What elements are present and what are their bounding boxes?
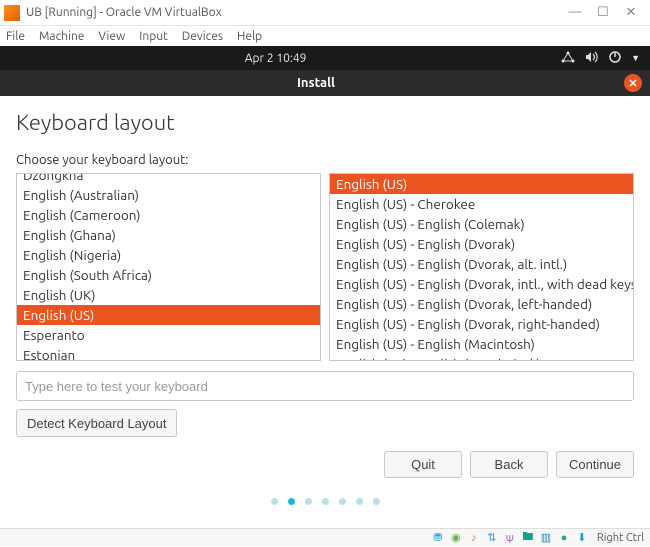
install-window-title: Install — [8, 76, 624, 90]
network-status-icon[interactable]: ⇅ — [485, 531, 499, 545]
layout-prompt: Choose your keyboard layout: — [16, 153, 634, 167]
list-item[interactable]: English (US) - English (Dvorak) — [330, 234, 633, 254]
list-item[interactable]: English (US) - English (Colemak) — [330, 214, 633, 234]
progress-dot — [322, 498, 329, 505]
menu-help[interactable]: Help — [237, 30, 262, 43]
progress-dots — [16, 498, 634, 505]
topbar-datetime[interactable]: Apr 2 10:49 — [0, 52, 551, 65]
shared-folder-icon[interactable]: 🖿 — [521, 531, 535, 545]
keyboard-test-input[interactable] — [16, 371, 634, 401]
progress-dot — [288, 498, 295, 505]
menu-file[interactable]: File — [6, 30, 25, 43]
list-item[interactable]: Estonian — [17, 345, 320, 361]
progress-dot — [373, 498, 380, 505]
progress-dot — [271, 498, 278, 505]
close-window-button[interactable]: ✕ — [624, 6, 638, 20]
usb-icon[interactable]: ψ — [503, 531, 517, 545]
back-button[interactable]: Back — [470, 451, 548, 478]
recording-icon[interactable]: ● — [557, 531, 571, 545]
minimize-button[interactable]: — — [568, 6, 582, 20]
hdd-icon[interactable]: ⛃ — [431, 531, 445, 545]
close-icon[interactable]: ✕ — [624, 74, 642, 92]
ubuntu-topbar: Apr 2 10:49 ▼ — [0, 46, 650, 70]
menu-view[interactable]: View — [98, 30, 125, 43]
progress-dot — [305, 498, 312, 505]
list-item[interactable]: English (Australian) — [17, 185, 320, 205]
menu-devices[interactable]: Devices — [182, 30, 223, 43]
virtualbox-statusbar: ⛃ ◉ ♪ ⇅ ψ 🖿 ▥ ● ⬇ Right Ctrl — [0, 528, 650, 546]
list-item[interactable]: English (US) — [17, 305, 320, 325]
list-item[interactable]: Dzongkha — [17, 173, 320, 185]
list-item[interactable]: English (US) - English (Dvorak, right-ha… — [330, 314, 633, 334]
list-item[interactable]: English (Ghana) — [17, 225, 320, 245]
list-item[interactable]: English (US) - English (Macintosh) — [330, 334, 633, 354]
language-list[interactable]: DzongkhaEnglish (Australian)English (Cam… — [16, 173, 321, 361]
list-item[interactable]: English (South Africa) — [17, 265, 320, 285]
virtualbox-icon — [4, 5, 20, 21]
volume-icon[interactable] — [585, 51, 599, 66]
list-item[interactable]: English (Nigeria) — [17, 245, 320, 265]
virtualbox-menubar: File Machine View Input Devices Help — [0, 26, 650, 46]
list-item[interactable]: Esperanto — [17, 325, 320, 345]
install-header: Install ✕ — [0, 70, 650, 96]
quit-button[interactable]: Quit — [384, 451, 462, 478]
list-item[interactable]: English (US) - Cherokee — [330, 194, 633, 214]
list-item[interactable]: English (US) - English (Dvorak, intl., w… — [330, 274, 633, 294]
network-icon[interactable] — [561, 51, 575, 66]
list-item[interactable]: English (US) - English (US, alt. intl.) — [330, 354, 633, 361]
page-title: Keyboard layout — [16, 110, 634, 135]
list-item[interactable]: English (US) — [330, 174, 633, 194]
progress-dot — [356, 498, 363, 505]
audio-icon[interactable]: ♪ — [467, 531, 481, 545]
display-icon[interactable]: ▥ — [539, 531, 553, 545]
menu-machine[interactable]: Machine — [39, 30, 84, 43]
list-item[interactable]: English (US) - English (Dvorak, alt. int… — [330, 254, 633, 274]
host-key-indicator: Right Ctrl — [597, 532, 644, 544]
list-item[interactable]: English (Cameroon) — [17, 205, 320, 225]
maximize-button[interactable]: ☐ — [596, 6, 610, 20]
variant-list[interactable]: English (US)English (US) - CherokeeEngli… — [329, 173, 634, 361]
list-item[interactable]: English (US) - English (Dvorak, left-han… — [330, 294, 633, 314]
power-icon[interactable] — [609, 51, 621, 66]
guest-additions-icon[interactable]: ⬇ — [575, 531, 589, 545]
menu-input[interactable]: Input — [139, 30, 168, 43]
install-content: Keyboard layout Choose your keyboard lay… — [0, 96, 650, 513]
window-title: UB [Running] - Oracle VM VirtualBox — [26, 6, 568, 19]
virtualbox-titlebar: UB [Running] - Oracle VM VirtualBox — ☐ … — [0, 0, 650, 26]
optical-icon[interactable]: ◉ — [449, 531, 463, 545]
continue-button[interactable]: Continue — [556, 451, 634, 478]
chevron-down-icon[interactable]: ▼ — [631, 53, 640, 63]
list-item[interactable]: English (UK) — [17, 285, 320, 305]
detect-keyboard-button[interactable]: Detect Keyboard Layout — [16, 409, 177, 437]
progress-dot — [339, 498, 346, 505]
